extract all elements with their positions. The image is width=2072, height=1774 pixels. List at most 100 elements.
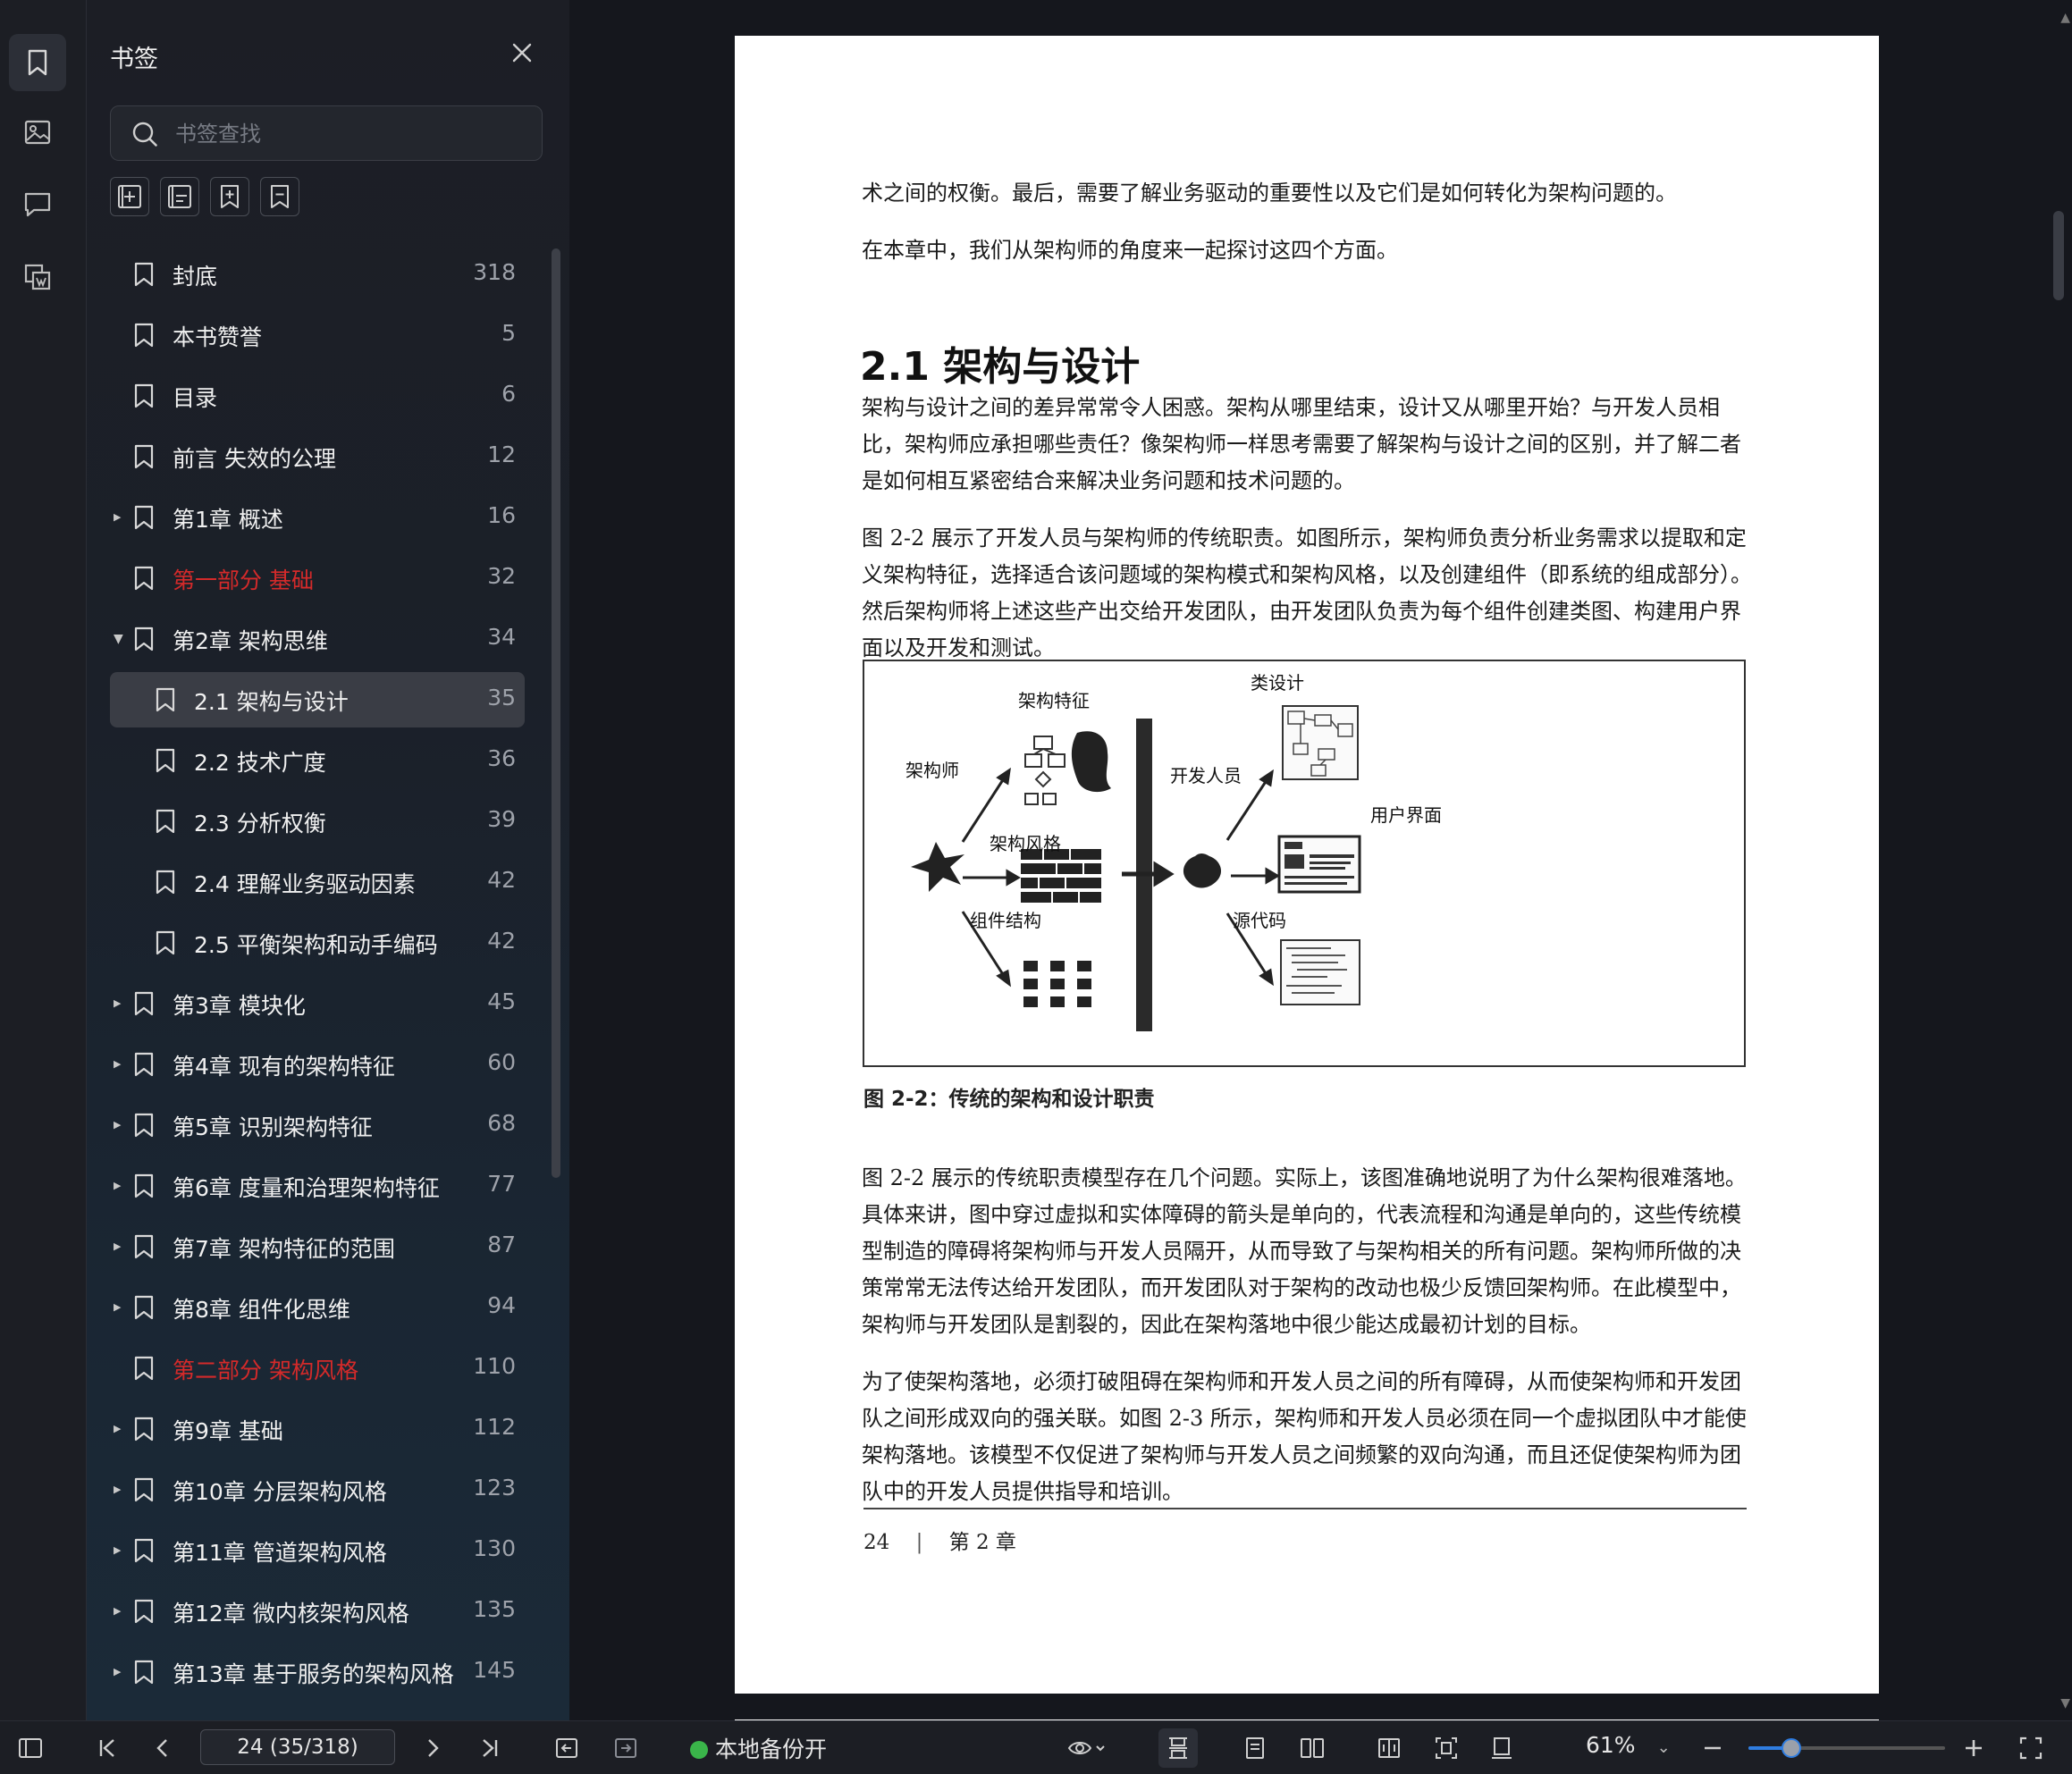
bookmark-item[interactable]: 第二部分 架构风格 110 [110, 1341, 525, 1396]
bookmark-item[interactable]: 2.3 分析权衡 39 [110, 794, 525, 849]
back-button[interactable] [547, 1728, 586, 1768]
collapse-caret-icon[interactable]: ▶ [114, 1421, 126, 1437]
eye-comfort-button[interactable] [1058, 1728, 1116, 1768]
bookmark-label: 第一部分 基础 [173, 568, 314, 593]
bookmark-item[interactable]: 目录 6 [110, 368, 525, 424]
bookmark-item[interactable]: ▶ 第6章 度量和治理架构特征 77 [110, 1158, 525, 1214]
collapse-caret-icon[interactable]: ▶ [114, 1239, 126, 1255]
bookmark-item[interactable]: 2.4 理解业务驱动因素 42 [110, 854, 525, 910]
next-page-button[interactable] [413, 1728, 452, 1768]
first-page-button[interactable] [88, 1728, 127, 1768]
zoom-slider[interactable] [1748, 1738, 1945, 1758]
label-class-design: 类设计 [1251, 672, 1304, 694]
collapse-caret-icon[interactable]: ▶ [114, 1603, 126, 1619]
expand-bookmark-button[interactable] [210, 177, 249, 216]
collapse-caret-icon[interactable]: ▶ [114, 1543, 126, 1559]
sidebar-toggle-button[interactable] [11, 1728, 50, 1768]
expand-caret-icon[interactable]: ▼ [114, 631, 126, 647]
bookmark-item[interactable]: ▶ 第10章 分层架构风格 123 [110, 1462, 525, 1518]
comment-panel-button[interactable] [9, 175, 66, 232]
ocr-panel-button[interactable] [9, 248, 66, 306]
bookmark-page-number: 130 [473, 1535, 516, 1561]
add-child-bookmark-button[interactable] [160, 177, 199, 216]
collapse-caret-icon[interactable]: ▶ [114, 1482, 126, 1498]
scroll-up-arrow[interactable]: ▲ [2060, 11, 2070, 25]
bookmark-panel-button[interactable] [9, 34, 66, 91]
bookmark-label: 第9章 基础 [173, 1418, 283, 1444]
zoom-level[interactable]: 61% ⌄ [1586, 1732, 1671, 1758]
bookmark-icon [28, 49, 47, 76]
scroll-down-arrow[interactable]: ▼ [2060, 1696, 2070, 1711]
collapse-caret-icon[interactable]: ▶ [114, 1117, 126, 1133]
collapse-caret-icon[interactable]: ▶ [114, 509, 126, 525]
bookmark-item[interactable]: ▶ 第12章 微内核架构风格 135 [110, 1584, 525, 1639]
ocr-icon [24, 264, 51, 290]
bookmark-item[interactable]: ▼ 第2章 架构思维 34 [110, 611, 525, 667]
book-mode-button[interactable] [1369, 1728, 1409, 1768]
bookmark-item[interactable]: ▶ 第9章 基础 112 [110, 1401, 525, 1457]
collapse-bookmark-button[interactable] [260, 177, 299, 216]
zoom-slider-knob[interactable] [1781, 1738, 1802, 1758]
bookmark-icon [156, 748, 175, 773]
collapse-caret-icon[interactable]: ▶ [114, 1056, 126, 1072]
bookmark-page-number: 5 [501, 320, 516, 346]
label-characteristics: 架构特征 [1018, 690, 1090, 711]
document-scrollbar[interactable] [2053, 211, 2064, 300]
bookmark-page-number: 87 [487, 1232, 516, 1257]
add-bookmark-button[interactable] [110, 177, 149, 216]
close-icon[interactable] [507, 38, 537, 68]
fit-page-button[interactable] [1427, 1728, 1466, 1768]
bookmark-item[interactable]: 本书赞誉 5 [110, 307, 525, 363]
bookmark-search[interactable] [110, 105, 543, 161]
bookmark-item[interactable]: ▶ 第1章 概述 16 [110, 490, 525, 545]
bookmark-label: 第11章 管道架构风格 [173, 1540, 387, 1566]
label-architect: 架构师 [905, 760, 959, 781]
bookmark-page-number: 34 [487, 624, 516, 650]
last-page-button[interactable] [470, 1728, 510, 1768]
developer-figure [1183, 853, 1222, 888]
single-page-button[interactable] [1235, 1728, 1275, 1768]
page-indicator[interactable]: 24 (35/318) [200, 1729, 395, 1765]
bookmark-item[interactable]: 第一部分 基础 32 [110, 551, 525, 606]
bookmark-item[interactable]: 封底 318 [110, 247, 525, 302]
fullscreen-button[interactable] [2011, 1728, 2051, 1768]
collapse-caret-icon[interactable]: ▶ [114, 996, 126, 1012]
bookmark-item[interactable]: 2.2 技术广度 36 [110, 733, 525, 788]
bookmark-item[interactable]: ▶ 第7章 架构特征的范围 87 [110, 1219, 525, 1274]
eye-icon [1067, 1742, 1105, 1754]
thumbnail-panel-button[interactable] [9, 104, 66, 161]
zoom-dropdown-icon[interactable]: ⌄ [1657, 1738, 1671, 1757]
backup-status[interactable]: 本地备份开 [690, 1732, 827, 1764]
collapse-bookmark-icon [271, 185, 289, 208]
zoom-out-button[interactable] [1693, 1728, 1732, 1768]
bookmark-icon [134, 323, 154, 348]
bookmark-item[interactable]: ▶ 第3章 模块化 45 [110, 976, 525, 1031]
panel-scrollbar[interactable] [552, 248, 560, 1178]
zoom-in-button[interactable] [1954, 1728, 1993, 1768]
figure-2-2: 架构特征 架构师 架构风格 组件结构 开发人员 类设计 用户界面 源代码 [863, 660, 1746, 1067]
collapse-caret-icon[interactable]: ▶ [114, 1178, 126, 1194]
bookmark-label: 2.5 平衡架构和动手编码 [194, 932, 438, 958]
bookmark-item[interactable]: ▶ 第13章 基于服务的架构风格 145 [110, 1644, 525, 1700]
bookmark-item[interactable]: ▶ 第8章 组件化思维 94 [110, 1280, 525, 1335]
bookmark-item[interactable]: 2.1 架构与设计 35 [110, 672, 525, 727]
bookmark-item[interactable]: ▶ 第5章 识别架构特征 68 [110, 1097, 525, 1153]
bookmark-item[interactable]: ▶ 第4章 现有的架构特征 60 [110, 1037, 525, 1092]
bookmark-item[interactable]: 前言 失效的公理 12 [110, 429, 525, 484]
forward-button[interactable] [606, 1728, 645, 1768]
search-input[interactable] [173, 114, 535, 155]
double-page-button[interactable] [1293, 1728, 1332, 1768]
bookmark-label: 第13章 基于服务的架构风格 [173, 1661, 454, 1687]
bookmark-label: 2.1 架构与设计 [194, 689, 349, 715]
prev-page-button[interactable] [143, 1728, 182, 1768]
bookmark-label: 前言 失效的公理 [173, 446, 336, 472]
bookmark-icon [134, 1599, 154, 1624]
fit-width-button[interactable] [1158, 1728, 1198, 1768]
bookmark-icon [134, 1660, 154, 1685]
collapse-caret-icon[interactable]: ▶ [114, 1299, 126, 1316]
rotate-button[interactable] [1482, 1728, 1521, 1768]
collapse-caret-icon[interactable]: ▶ [114, 1664, 126, 1680]
footer-chapter: 第 2 章 [948, 1531, 1016, 1554]
bookmark-item[interactable]: 2.5 平衡架构和动手编码 42 [110, 915, 525, 971]
bookmark-item[interactable]: ▶ 第11章 管道架构风格 130 [110, 1523, 525, 1578]
